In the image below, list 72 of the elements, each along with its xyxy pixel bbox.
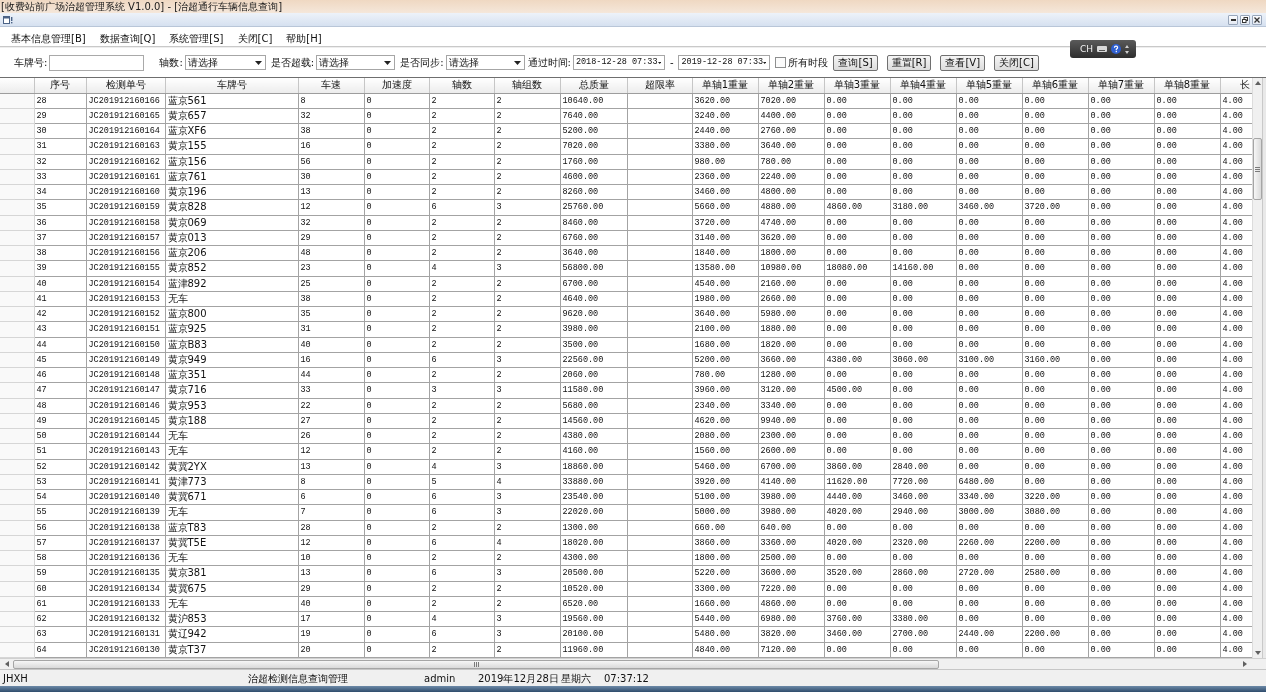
- column-header[interactable]: 加速度: [364, 78, 429, 93]
- column-header[interactable]: 超限率: [627, 78, 692, 93]
- up-arrow-icon[interactable]: [1255, 80, 1261, 86]
- column-header[interactable]: 序号: [34, 78, 86, 93]
- checkbox[interactable]: [775, 57, 787, 68]
- range-dash: -: [668, 56, 675, 69]
- menu-item[interactable]: 帮助[H]: [285, 31, 323, 45]
- date-time-picker[interactable]: 2019-12-28 07:33: [678, 55, 771, 70]
- menu-item[interactable]: 数据查询[Q]: [98, 31, 157, 45]
- column-header[interactable]: 单轴7重量: [1088, 78, 1154, 93]
- column-header[interactable]: 单轴4重量: [890, 78, 956, 93]
- field-label: 是否超载:: [270, 56, 315, 69]
- column-header[interactable]: 长: [1220, 78, 1252, 93]
- right-arrow-icon[interactable]: [1242, 661, 1248, 667]
- checkbox-label[interactable]: 所有时段: [788, 56, 829, 69]
- toolbar-button[interactable]: 关闭[C]: [994, 54, 1039, 71]
- grip-icon: [1255, 166, 1260, 172]
- column-header[interactable]: 单轴8重量: [1154, 78, 1220, 93]
- column-header[interactable]: 单轴2重量: [758, 78, 824, 93]
- column-header[interactable]: 总质量: [560, 78, 627, 93]
- restore-icon: [1242, 16, 1248, 23]
- status-text: 07:37:12: [604, 671, 649, 685]
- language-code[interactable]: CH: [1080, 43, 1094, 55]
- minimize-button[interactable]: [1228, 14, 1238, 25]
- field-label: 轴数:: [159, 56, 183, 69]
- status-text: 星期六: [561, 671, 591, 685]
- scrollbar-thumb[interactable]: [1253, 138, 1262, 200]
- column-header[interactable]: 单轴5重量: [956, 78, 1022, 93]
- restore-button[interactable]: [1240, 14, 1250, 25]
- menu-item[interactable]: 基本信息管理[B]: [10, 31, 87, 45]
- form-icon[interactable]: [3, 15, 13, 24]
- left-arrow-icon[interactable]: [4, 661, 10, 667]
- grip-icon: [473, 661, 479, 667]
- caret-icon[interactable]: [384, 60, 392, 65]
- status-text: JHXH: [3, 671, 28, 685]
- window-title: [收费站前广场治超管理系统 V1.0.0] - [治超通行车辆信息查询]: [1, 0, 283, 13]
- caret-icon[interactable]: [254, 60, 262, 65]
- column-header[interactable]: 单轴6重量: [1022, 78, 1088, 93]
- scrollbar-thumb[interactable]: [13, 659, 939, 669]
- column-header[interactable]: 轴组数: [494, 78, 560, 93]
- column-header[interactable]: 检测单号: [86, 78, 165, 93]
- date-time-picker[interactable]: 2018-12-28 07:33: [572, 55, 665, 70]
- column-header[interactable]: 车牌号: [165, 78, 298, 93]
- help-icon[interactable]: [1111, 44, 1122, 54]
- column-header[interactable]: 单轴1重量: [692, 78, 758, 93]
- close-icon: [1254, 16, 1260, 23]
- caret-icon[interactable]: [513, 60, 521, 65]
- options-arrows-icon[interactable]: [1125, 44, 1130, 54]
- status-text: admin: [424, 671, 456, 685]
- down-arrow-icon[interactable]: [1255, 650, 1261, 656]
- keyboard-icon[interactable]: [1097, 46, 1108, 52]
- column-header[interactable]: 单轴3重量: [824, 78, 890, 93]
- header-corner[interactable]: [0, 78, 34, 93]
- status-text: 2019年12月28日: [478, 671, 559, 685]
- language-bar[interactable]: CH: [1070, 40, 1136, 58]
- dropdown[interactable]: 请选择: [445, 55, 525, 70]
- status-text: 治超检测信息查询管理: [248, 671, 348, 685]
- menu-item[interactable]: 系统管理[S]: [168, 31, 225, 45]
- menu-item[interactable]: 关闭[C]: [236, 31, 274, 45]
- dropdown[interactable]: 请选择: [316, 55, 396, 70]
- toolbar-button[interactable]: 查看[V]: [940, 54, 986, 71]
- field-label: 车牌号:: [14, 56, 48, 69]
- toolbar-button[interactable]: 查询[S]: [833, 54, 878, 71]
- field-label: 是否同步:: [400, 56, 444, 69]
- minimize-icon: [1230, 18, 1236, 21]
- field-label: 通过时间:: [527, 56, 571, 69]
- toolbar-button[interactable]: 重置[R]: [886, 54, 932, 71]
- close-button[interactable]: [1252, 14, 1262, 25]
- plate-number-field[interactable]: [49, 54, 145, 71]
- column-header[interactable]: 车速: [298, 78, 364, 93]
- dropdown[interactable]: 请选择: [184, 55, 266, 70]
- column-header[interactable]: 轴数: [429, 78, 494, 93]
